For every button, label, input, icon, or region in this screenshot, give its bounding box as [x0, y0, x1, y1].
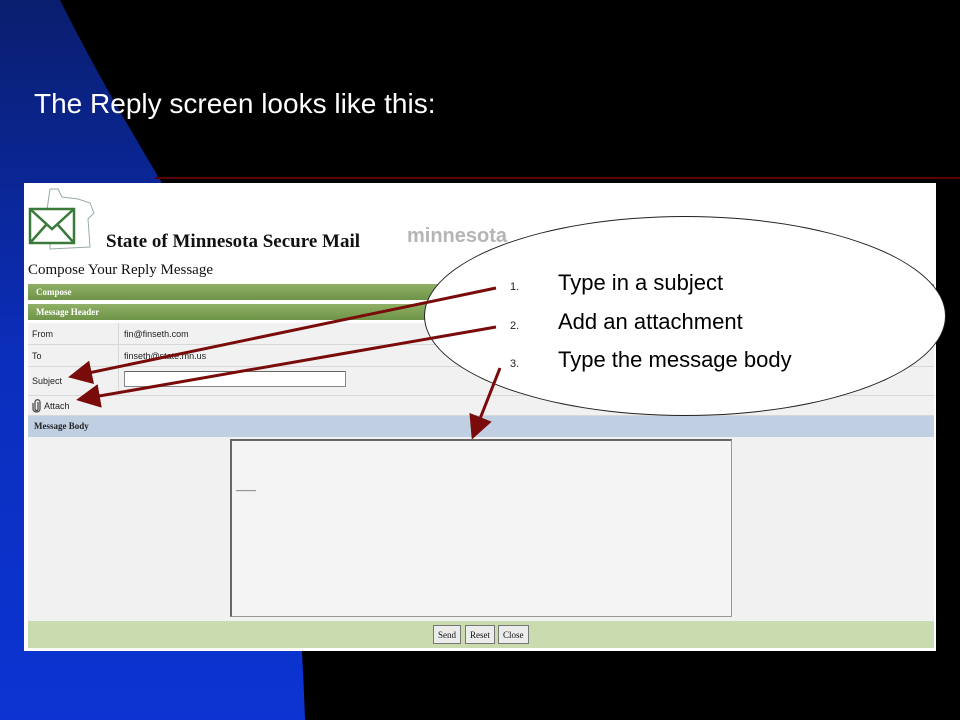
- arrow-to-message-body: [469, 367, 502, 440]
- callout-arrows: [68, 286, 502, 440]
- arrow-to-attach: [76, 325, 497, 408]
